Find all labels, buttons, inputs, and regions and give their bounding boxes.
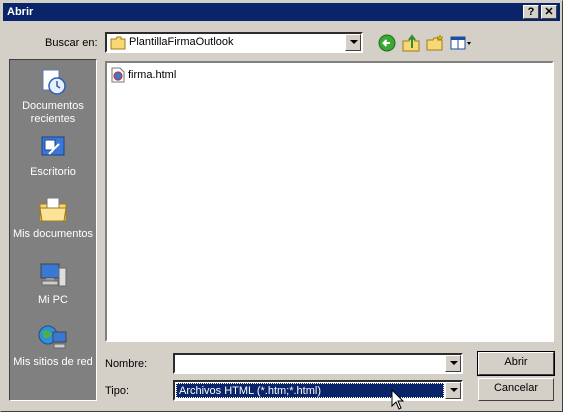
html-file-icon	[111, 67, 125, 83]
my-documents-icon	[39, 197, 67, 222]
place-label: Mis documentos	[12, 228, 94, 240]
recent-documents-icon	[42, 69, 66, 95]
place-label: Escritorio	[30, 166, 76, 178]
file-list[interactable]: firma.html	[105, 61, 554, 342]
filetype-combo[interactable]: Archivos HTML (*.htm;*.html)	[173, 380, 463, 401]
filename-combo[interactable]	[173, 353, 463, 374]
folder-icon	[110, 36, 126, 50]
cancel-button[interactable]: Cancelar	[478, 378, 554, 401]
place-label: Documentos recientes	[22, 100, 84, 125]
lookin-value: PlantillaFirmaOutlook	[129, 36, 234, 48]
place-network-places[interactable]: Mis sitios de red	[10, 322, 96, 369]
filetype-value: Archivos HTML (*.htm;*.html)	[179, 385, 322, 397]
filetype-label: Tipo:	[105, 385, 130, 397]
network-places-icon	[38, 325, 67, 349]
view-menu-icon[interactable]	[449, 33, 473, 53]
back-icon[interactable]	[377, 33, 397, 53]
title-bar[interactable]: Abrir ? ✕	[3, 3, 560, 21]
place-label: Mis sitios de red	[13, 356, 93, 368]
new-folder-icon[interactable]	[425, 33, 445, 53]
filename-dropdown-arrow[interactable]	[445, 355, 461, 372]
desktop-icon	[41, 136, 65, 156]
place-recent-documents[interactable]: Documentos recientes	[10, 66, 96, 126]
file-name: firma.html	[128, 69, 177, 81]
open-dialog: Abrir ? ✕ Buscar en: PlantillaFirmaOutlo…	[0, 0, 563, 412]
window-title: Abrir	[7, 6, 34, 18]
filetype-dropdown-arrow[interactable]	[445, 382, 461, 399]
list-item[interactable]: firma.html	[111, 67, 176, 83]
mouse-cursor-icon	[391, 389, 405, 410]
filename-label: Nombre:	[105, 358, 148, 370]
lookin-dropdown-arrow[interactable]	[345, 34, 361, 51]
up-folder-icon[interactable]	[401, 33, 421, 53]
my-computer-icon	[40, 263, 67, 287]
help-button[interactable]: ?	[523, 5, 539, 19]
place-label: Mi PC	[38, 294, 68, 306]
place-my-documents[interactable]: Mis documentos	[10, 194, 96, 241]
place-my-computer[interactable]: Mi PC	[10, 260, 96, 307]
places-bar: Documentos recientes Escritorio Mis docu…	[9, 59, 97, 401]
open-button[interactable]: Abrir	[477, 351, 555, 376]
lookin-label: Buscar en:	[45, 37, 98, 49]
lookin-combo[interactable]: PlantillaFirmaOutlook	[105, 32, 363, 53]
place-desktop[interactable]: Escritorio	[10, 132, 96, 179]
close-button[interactable]: ✕	[541, 5, 557, 19]
